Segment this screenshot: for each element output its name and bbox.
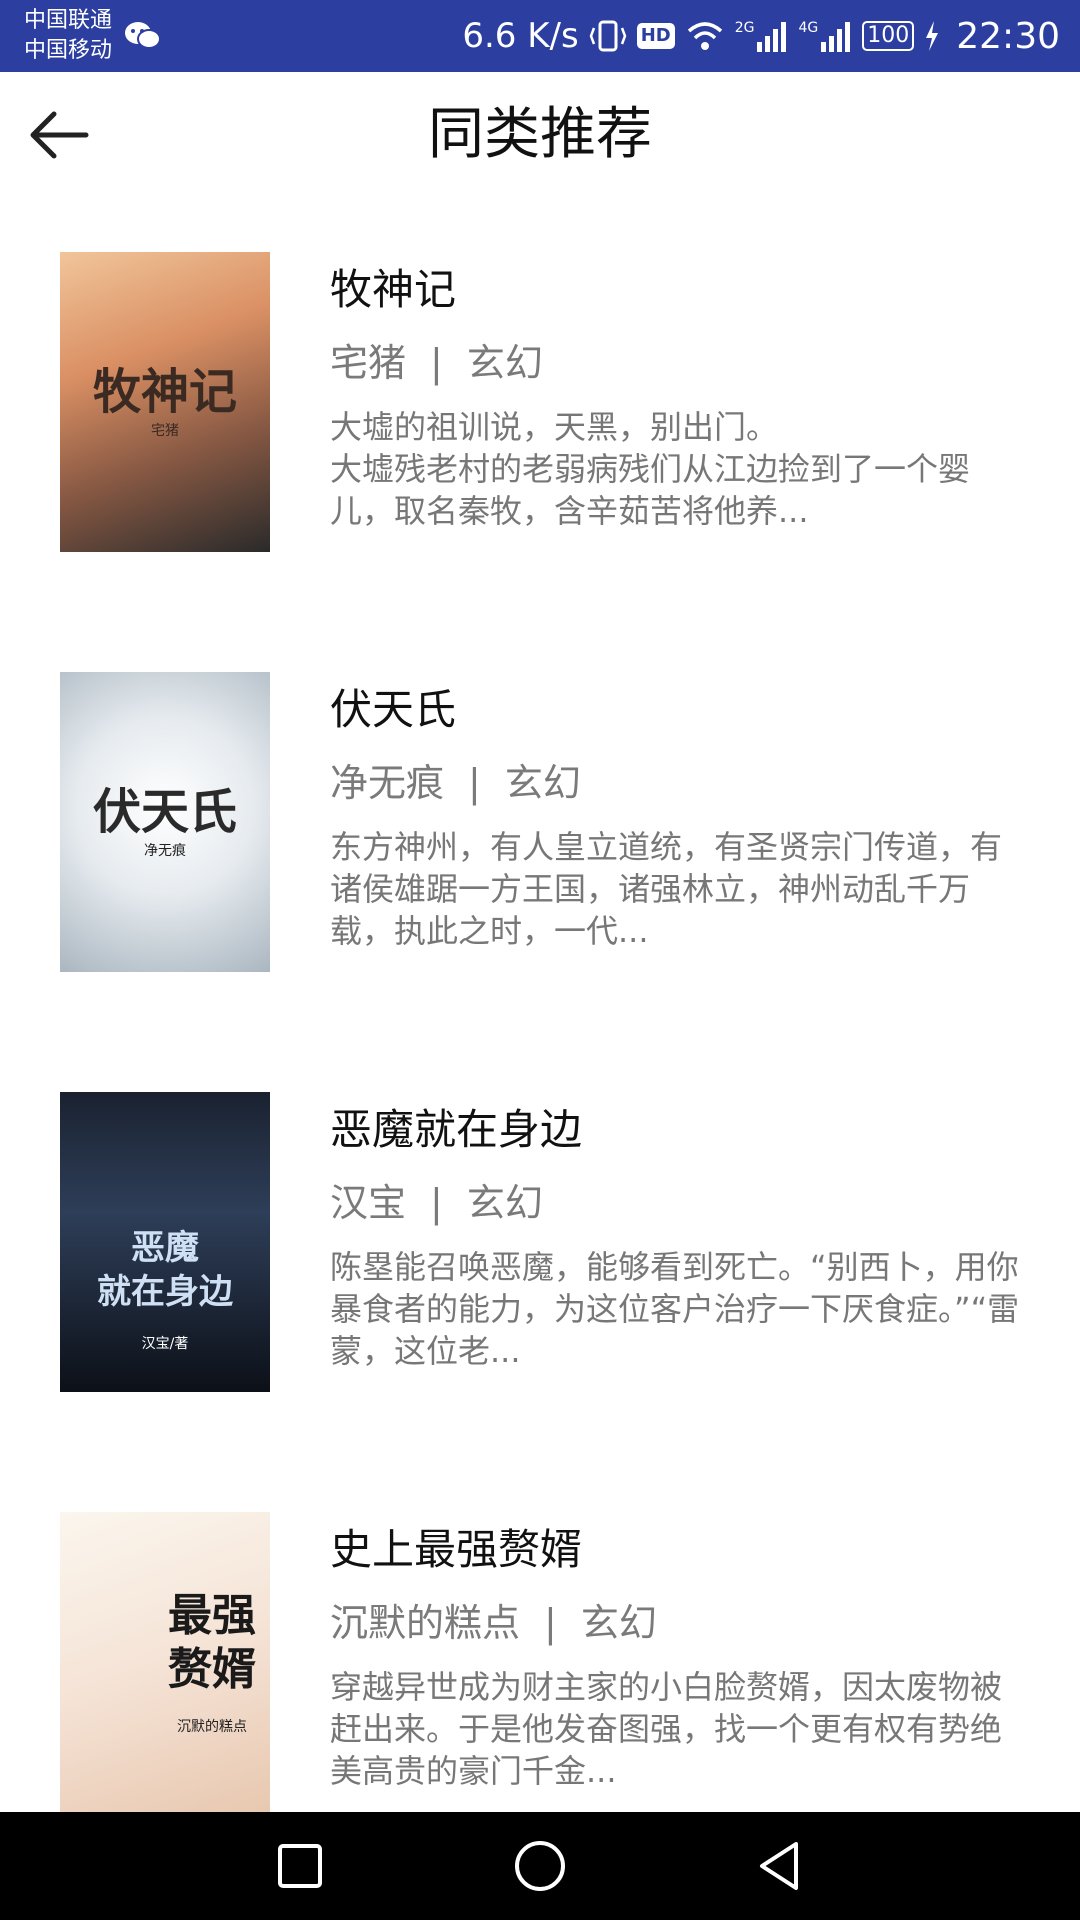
wifi-icon	[687, 22, 722, 50]
carrier-2: 中国移动	[24, 38, 113, 63]
cover-title: 最强 赘婿	[168, 1589, 256, 1695]
book-cover: 伏天氏 净无痕	[60, 672, 270, 972]
book-cover: 最强 赘婿 沉默的糕点	[60, 1512, 270, 1812]
status-icons: 6.6 K/s HD 2G 4G 100 22:30	[462, 0, 1060, 72]
book-author: 汉宝	[330, 1181, 407, 1225]
book-cover: 恶魔 就在身边 汉宝/著	[60, 1092, 270, 1392]
book-meta: 宅猪 | 玄幻	[330, 338, 1030, 388]
cover-author: 净无痕	[143, 843, 186, 859]
hd-icon: HD	[636, 23, 675, 49]
book-info: 史上最强赘婿 沉默的糕点 | 玄幻 穿越异世成为财主家的小白脸赘婿，因太废物被赶出来…	[330, 1522, 1030, 1792]
list-item[interactable]: 伏天氏 净无痕 伏天氏 净无痕 | 玄幻 东方神州，有人皇立道统，有圣贤宗门传道，有…	[0, 617, 1080, 1037]
book-title: 史上最强赘婿	[330, 1525, 583, 1574]
book-info: 恶魔就在身边 汉宝 | 玄幻 陈塁能召唤恶魔，能够看到死亡。“别西卜，用你暴食者的能…	[330, 1102, 1030, 1372]
book-info: 牧神记 宅猪 | 玄幻 大墟的祖训说，天黑，别出门。 大墟残老村的老弱病残们从江边捡…	[330, 262, 1030, 532]
book-meta: 净无痕 | 玄幻	[330, 758, 1030, 808]
cover-title: 恶魔 就在身边	[97, 1228, 233, 1312]
cover-author: 沉默的糕点	[177, 1718, 247, 1735]
battery-icon: 100	[862, 21, 915, 51]
book-title: 恶魔就在身边	[330, 1105, 583, 1154]
book-genre: 玄幻	[466, 341, 543, 385]
back-triangle-icon[interactable]	[752, 1838, 808, 1894]
wechat-icon	[125, 22, 161, 49]
book-cover: 牧神记 宅猪	[60, 252, 270, 552]
recents-square-icon[interactable]	[272, 1838, 328, 1894]
meta-separator: |	[468, 761, 481, 805]
carrier-1: 中国联通	[24, 8, 113, 33]
list-item[interactable]: 牧神记 宅猪 牧神记 宅猪 | 玄幻 大墟的祖训说，天黑，别出门。 大墟残老村的老弱…	[0, 197, 1080, 617]
carrier-info: 中国联通 中国移动	[24, 6, 112, 66]
meta-separator: |	[430, 341, 443, 385]
book-info: 伏天氏 净无痕 | 玄幻 东方神州，有人皇立道统，有圣贤宗门传道，有诸侯雄踞一方王国…	[330, 682, 1030, 952]
clock: 22:30	[956, 15, 1060, 57]
book-description: 穿越异世成为财主家的小白脸赘婿，因太废物被赶出来。于是他发奋图强，找一个更有权有…	[330, 1668, 1003, 1790]
vibrate-icon	[589, 20, 627, 52]
signal-icon	[821, 22, 851, 52]
list-item[interactable]: 恶魔 就在身边 汉宝/著 恶魔就在身边 汉宝 | 玄幻 陈塁能召唤恶魔，能够看到死亡…	[0, 1037, 1080, 1457]
book-author: 净无痕	[330, 761, 445, 805]
meta-separator: |	[544, 1601, 557, 1645]
home-circle-icon[interactable]	[512, 1838, 568, 1894]
cover-title: 伏天氏	[92, 784, 237, 840]
book-author: 宅猪	[330, 341, 407, 385]
book-description: 大墟的祖训说，天黑，别出门。 大墟残老村的老弱病残们从江边捡到了一个婴儿，取名秦…	[330, 408, 971, 530]
book-list: 牧神记 宅猪 牧神记 宅猪 | 玄幻 大墟的祖训说，天黑，别出门。 大墟残老村的老弱…	[0, 197, 1080, 1877]
system-nav-bar	[0, 1812, 1080, 1920]
cover-title: 牧神记	[92, 364, 237, 420]
charging-icon	[926, 21, 939, 51]
app-header: 同类推荐	[0, 72, 1080, 197]
network-speed: 6.6 K/s	[462, 16, 579, 56]
book-genre: 玄幻	[466, 1181, 543, 1225]
signal-4g: 4G	[798, 20, 852, 52]
page-title: 同类推荐	[428, 102, 652, 167]
book-title: 牧神记	[330, 265, 457, 314]
book-author: 沉默的糕点	[330, 1601, 521, 1645]
book-description: 陈塁能召唤恶魔，能够看到死亡。“别西卜，用你暴食者的能力，为这位客户治疗一下厌食…	[330, 1248, 1020, 1370]
book-meta: 沉默的糕点 | 玄幻	[330, 1598, 1030, 1648]
meta-separator: |	[430, 1181, 443, 1225]
signal-2g: 2G	[735, 20, 789, 52]
cover-author: 汉宝/著	[141, 1336, 189, 1352]
book-genre: 玄幻	[580, 1601, 657, 1645]
book-title: 伏天氏	[330, 685, 457, 734]
cover-author: 宅猪	[150, 423, 179, 439]
status-bar: 中国联通 中国移动 6.6 K/s HD 2G 4G 100 22:30	[0, 0, 1080, 72]
book-meta: 汉宝 | 玄幻	[330, 1178, 1030, 1228]
signal-icon	[757, 22, 787, 52]
book-description: 东方神州，有人皇立道统，有圣贤宗门传道，有诸侯雄踞一方王国，诸强林立，神州动乱千…	[330, 828, 1003, 950]
book-genre: 玄幻	[504, 761, 581, 805]
